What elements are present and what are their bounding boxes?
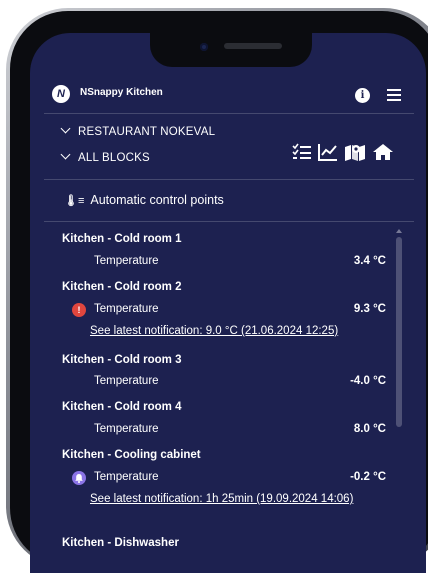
control-point-title[interactable]: Kitchen - Cooling cabinet bbox=[62, 449, 201, 461]
home-icon[interactable] bbox=[372, 143, 394, 161]
chevron-down-icon bbox=[60, 149, 71, 160]
view-toolbar bbox=[292, 143, 402, 163]
measurement-value: -4.0 °C bbox=[350, 375, 386, 387]
camera-icon bbox=[200, 43, 208, 51]
blocks-selector[interactable]: ALL BLOCKS bbox=[60, 149, 150, 164]
map-icon[interactable] bbox=[344, 143, 366, 161]
control-point-title[interactable]: Kitchen - Dishwasher bbox=[62, 537, 179, 549]
control-point-title[interactable]: Kitchen - Cold room 4 bbox=[62, 401, 181, 413]
app-header: N NSnappy Kitchen i bbox=[30, 77, 426, 113]
measurement-label[interactable]: Temperature bbox=[94, 471, 159, 483]
phone-bezel: N NSnappy Kitchen i RESTAURANT NOKEVAL A… bbox=[10, 11, 428, 573]
restaurant-selector[interactable]: RESTAURANT NOKEVAL bbox=[60, 123, 216, 138]
phone-notch bbox=[150, 33, 312, 67]
measurement-value: 8.0 °C bbox=[353, 423, 386, 435]
scroll-up-arrow[interactable] bbox=[396, 229, 402, 233]
bell-icon bbox=[72, 471, 86, 485]
hamburger-menu-icon[interactable] bbox=[387, 89, 401, 101]
section-title-text: Automatic control points bbox=[90, 193, 224, 207]
measurement-value: 9.3 °C bbox=[353, 303, 386, 315]
measurement-value: 3.4 °C bbox=[353, 255, 386, 267]
speaker-grille bbox=[224, 43, 282, 49]
chart-icon[interactable] bbox=[318, 143, 338, 161]
section-title: 🌡︎≡ Automatic control points bbox=[64, 193, 224, 207]
app-logo[interactable]: N bbox=[52, 85, 70, 103]
measurement-value: -0.2 °C bbox=[350, 471, 386, 483]
control-point-title[interactable]: Kitchen - Cold room 1 bbox=[62, 233, 181, 245]
measurement-label[interactable]: Temperature bbox=[94, 255, 159, 267]
scrollbar-thumb[interactable] bbox=[396, 237, 402, 427]
app-title: NSnappy Kitchen bbox=[80, 87, 163, 98]
blocks-label: ALL BLOCKS bbox=[78, 152, 150, 164]
notification-link[interactable]: See latest notification: 9.0 °C (21.06.2… bbox=[90, 324, 380, 339]
checklist-icon[interactable] bbox=[292, 143, 312, 161]
measurement-label[interactable]: Temperature bbox=[94, 303, 159, 315]
alert-exclamation-icon: ! bbox=[72, 303, 86, 317]
control-point-title[interactable]: Kitchen - Cold room 3 bbox=[62, 354, 181, 366]
chevron-down-icon bbox=[60, 123, 71, 134]
divider bbox=[44, 221, 414, 222]
app-screen: N NSnappy Kitchen i RESTAURANT NOKEVAL A… bbox=[30, 33, 426, 573]
phone-frame: N NSnappy Kitchen i RESTAURANT NOKEVAL A… bbox=[6, 8, 428, 573]
measurement-label[interactable]: Temperature bbox=[94, 375, 159, 387]
info-icon[interactable]: i bbox=[355, 88, 370, 103]
measurement-label[interactable]: Temperature bbox=[94, 423, 159, 435]
divider bbox=[44, 179, 414, 180]
control-points-icon: 🌡︎≡ bbox=[64, 195, 85, 207]
control-point-title[interactable]: Kitchen - Cold room 2 bbox=[62, 281, 181, 293]
restaurant-label: RESTAURANT NOKEVAL bbox=[78, 126, 216, 138]
divider bbox=[44, 113, 414, 114]
notification-link[interactable]: See latest notification: 1h 25min (19.09… bbox=[90, 492, 380, 507]
